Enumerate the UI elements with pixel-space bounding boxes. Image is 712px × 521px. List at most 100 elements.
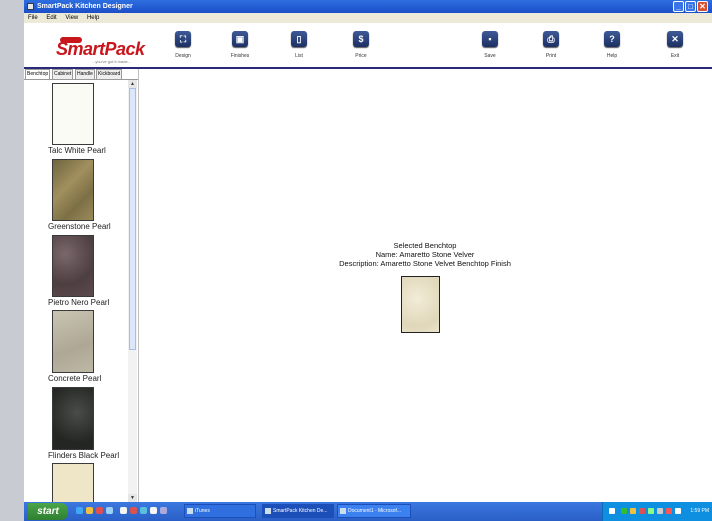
print-label: Print bbox=[545, 53, 557, 59]
finishes-icon: ▣ bbox=[232, 31, 248, 47]
menu-edit[interactable]: Edit bbox=[46, 15, 56, 21]
tray-security-icon[interactable] bbox=[639, 508, 645, 514]
save-button[interactable]: ▪ Save bbox=[472, 31, 508, 67]
explorer-icon[interactable] bbox=[120, 507, 127, 514]
tab-kickboard[interactable]: Kickboard bbox=[96, 69, 123, 79]
finish-swatch bbox=[52, 235, 94, 297]
selected-heading: Selected Benchtop bbox=[393, 241, 457, 250]
list-button[interactable]: ▯ List bbox=[281, 31, 317, 67]
app-window: SmartPack Kitchen Designer _ □ ✕ File Ed… bbox=[24, 0, 712, 502]
finish-name: Concrete Pearl bbox=[48, 374, 102, 383]
finish-name: Flinders Black Pearl bbox=[48, 451, 120, 460]
price-icon: $ bbox=[353, 31, 369, 47]
exit-icon: ✕ bbox=[667, 31, 683, 47]
minimize-button[interactable]: _ bbox=[673, 1, 684, 12]
toolbar: SmartPack ...you've got it made... ⛶ Des… bbox=[24, 23, 712, 69]
tray-help-icon[interactable] bbox=[609, 508, 615, 514]
finish-swatch bbox=[52, 159, 94, 221]
itunes-icon bbox=[187, 508, 193, 514]
settings-icon[interactable] bbox=[150, 507, 157, 514]
menu-help[interactable]: Help bbox=[87, 15, 99, 21]
save-label: Save bbox=[484, 53, 496, 59]
maximize-button[interactable]: □ bbox=[685, 1, 696, 12]
task-word-label: Document1 - Microsof... bbox=[348, 508, 402, 514]
tray-volume-icon[interactable] bbox=[630, 508, 636, 514]
scroll-up-icon[interactable]: ▲ bbox=[128, 80, 137, 88]
title-bar: SmartPack Kitchen Designer _ □ ✕ bbox=[24, 0, 712, 13]
app-quicklaunch-icon[interactable] bbox=[130, 507, 137, 514]
close-button[interactable]: ✕ bbox=[697, 1, 708, 12]
preview-area: Selected Benchtop Name: Amaretto Stone V… bbox=[139, 69, 712, 502]
finish-item[interactable]: Pietro Nero Pearl bbox=[48, 235, 109, 307]
app-icon bbox=[27, 3, 34, 10]
task-word[interactable]: Document1 - Microsof... bbox=[337, 504, 411, 518]
finish-name: Pietro Nero Pearl bbox=[48, 298, 110, 307]
system-tray: 1:59 PM bbox=[602, 502, 712, 521]
desktop-edge bbox=[0, 0, 24, 521]
help-button[interactable]: ? Help bbox=[594, 31, 630, 67]
task-itunes-label: iTunes bbox=[195, 508, 210, 514]
finish-name: Talc White Pearl bbox=[48, 146, 106, 155]
scroll-down-icon[interactable]: ▼ bbox=[128, 494, 137, 502]
list-label: List bbox=[295, 53, 303, 59]
tab-cabinet[interactable]: Cabinet bbox=[52, 69, 74, 79]
exit-label: Exit bbox=[670, 53, 680, 59]
tray-network-icon[interactable] bbox=[621, 508, 627, 514]
smartpack-logo: SmartPack ...you've got it made... bbox=[52, 37, 145, 65]
tray-alert-icon[interactable] bbox=[666, 508, 672, 514]
tray-clock: 1:59 PM bbox=[690, 508, 709, 514]
tray-app-icon[interactable] bbox=[657, 508, 663, 514]
finish-swatch bbox=[52, 83, 94, 145]
design-icon: ⛶ bbox=[175, 31, 191, 47]
taskbar: start iTunes SmartPack Kitchen De... Doc… bbox=[24, 502, 712, 521]
media-icon[interactable] bbox=[96, 507, 103, 514]
tab-handle[interactable]: Handle bbox=[75, 69, 95, 79]
task-smartpack-label: SmartPack Kitchen De... bbox=[273, 508, 328, 514]
messenger-icon[interactable] bbox=[140, 507, 147, 514]
menu-bar: File Edit View Help bbox=[24, 13, 712, 23]
finish-swatch bbox=[52, 463, 94, 502]
tab-benchtop[interactable]: Benchtop bbox=[25, 69, 51, 79]
finish-tabs: Benchtop Cabinet Handle Kickboard bbox=[24, 69, 138, 80]
finish-list-scrollbar[interactable]: ▲ ▼ bbox=[128, 80, 137, 502]
selected-swatch bbox=[401, 276, 440, 333]
folder-icon[interactable] bbox=[86, 507, 93, 514]
ie-icon[interactable] bbox=[76, 507, 83, 514]
finish-item[interactable]: Flinders Black Pearl bbox=[48, 387, 119, 460]
help-icon: ? bbox=[604, 31, 620, 47]
desktop-icon[interactable] bbox=[106, 507, 113, 514]
finish-item[interactable]: Talc White Pearl bbox=[48, 83, 106, 155]
menu-file[interactable]: File bbox=[28, 15, 38, 21]
start-button[interactable]: start bbox=[28, 503, 68, 520]
logo-tagline: ...you've got it made... bbox=[92, 59, 132, 64]
scroll-thumb[interactable] bbox=[129, 88, 136, 350]
menu-view[interactable]: View bbox=[65, 15, 78, 21]
print-button[interactable]: ⎙ Print bbox=[533, 31, 569, 67]
design-button[interactable]: ⛶ Design bbox=[165, 31, 201, 67]
finish-item[interactable]: Concrete Pearl bbox=[48, 310, 101, 383]
price-label: Price bbox=[355, 53, 367, 59]
finishes-button[interactable]: ▣ Finishes bbox=[222, 31, 258, 67]
print-icon: ⎙ bbox=[543, 31, 559, 47]
price-button[interactable]: $ Price bbox=[343, 31, 379, 67]
logo-text: SmartPack bbox=[56, 39, 145, 59]
window-title: SmartPack Kitchen Designer bbox=[37, 3, 133, 10]
selected-name: Name: Amaretto Stone Velver bbox=[375, 250, 475, 259]
selected-finish-info: Selected Benchtop Name: Amaretto Stone V… bbox=[139, 241, 711, 268]
finish-name: Greenstone Pearl bbox=[48, 222, 111, 231]
finish-item[interactable]: Greenstone Pearl bbox=[48, 159, 111, 231]
finish-item[interactable] bbox=[52, 463, 94, 502]
show-desktop-icon[interactable] bbox=[160, 507, 167, 514]
tray-sync-icon[interactable] bbox=[648, 508, 654, 514]
finishes-sidebar: Benchtop Cabinet Handle Kickboard Talc W… bbox=[24, 69, 139, 502]
design-label: Design bbox=[175, 53, 191, 59]
smartpack-task-icon bbox=[265, 508, 271, 514]
save-icon: ▪ bbox=[482, 31, 498, 47]
task-smartpack[interactable]: SmartPack Kitchen De... bbox=[262, 504, 334, 518]
finish-swatch bbox=[52, 387, 94, 450]
task-itunes[interactable]: iTunes bbox=[184, 504, 256, 518]
exit-button[interactable]: ✕ Exit bbox=[657, 31, 693, 67]
finishes-label: Finishes bbox=[230, 53, 250, 59]
help-label: Help bbox=[606, 53, 618, 59]
tray-update-icon[interactable] bbox=[675, 508, 681, 514]
